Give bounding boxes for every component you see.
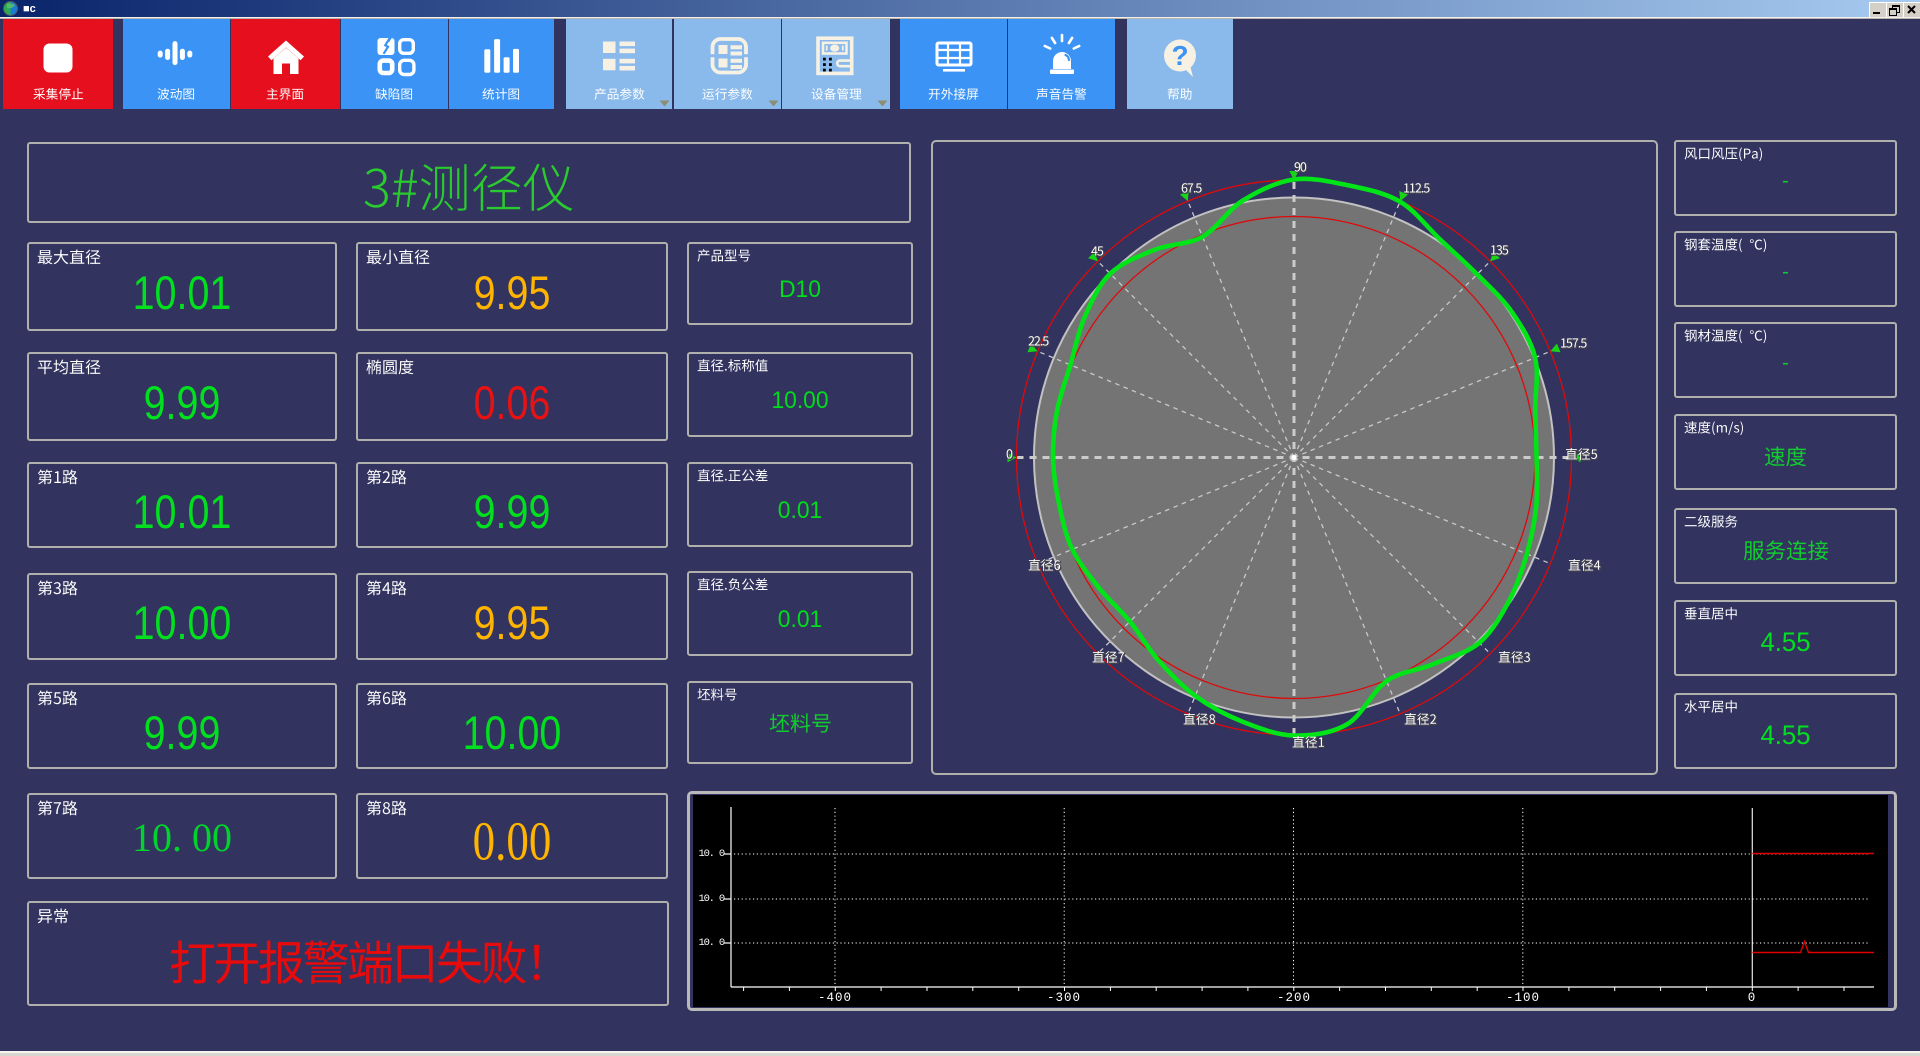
svg-text:?: ?: [1171, 40, 1188, 71]
